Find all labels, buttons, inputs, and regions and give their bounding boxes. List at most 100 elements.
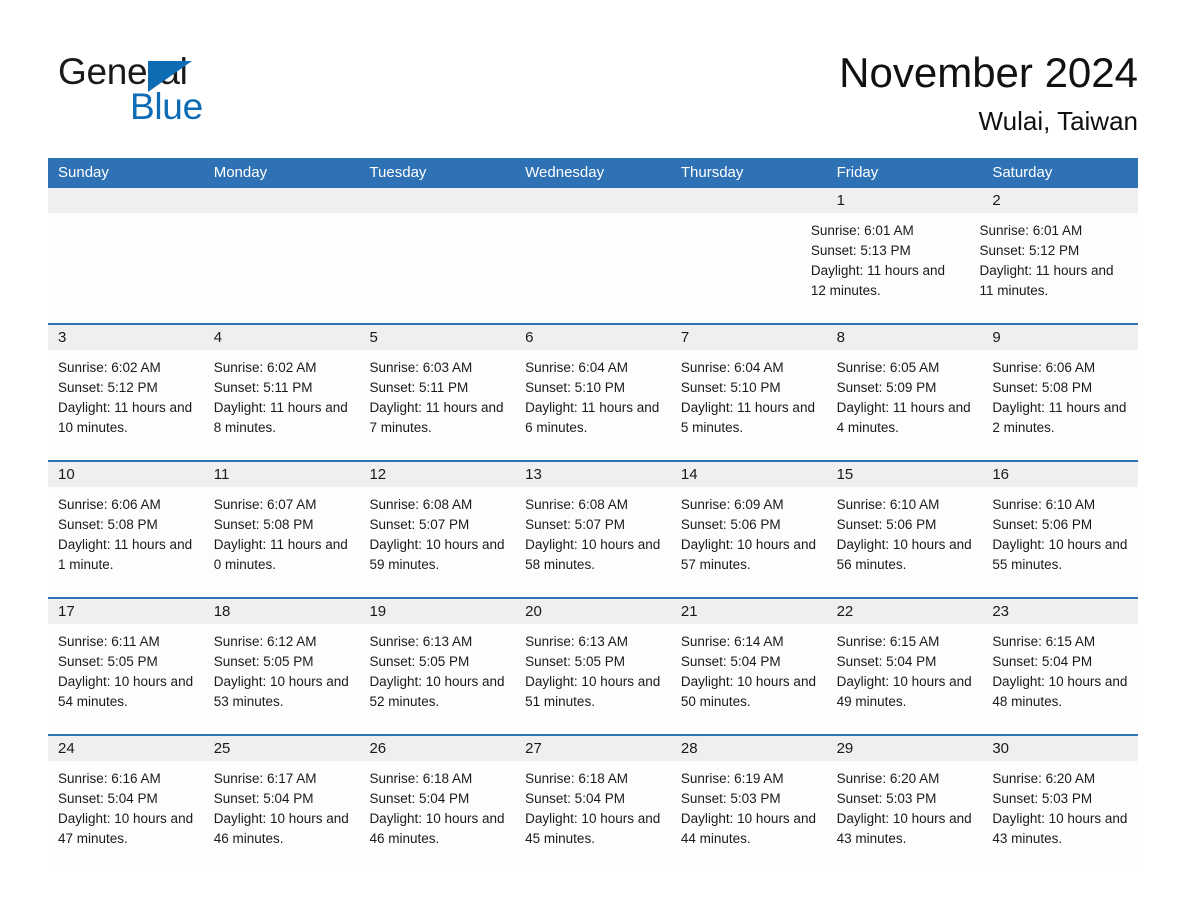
day-number[interactable]: 23 xyxy=(982,599,1138,624)
day-cell[interactable]: Sunrise: 6:12 AM Sunset: 5:05 PM Daylight:… xyxy=(204,624,360,734)
day-cell[interactable]: Sunrise: 6:06 AM Sunset: 5:08 PM Daylight:… xyxy=(48,487,204,597)
day-number[interactable]: 1 xyxy=(827,188,983,213)
sunset-text: Sunset: 5:06 PM xyxy=(992,517,1093,532)
week-day-number-row: 12 xyxy=(48,188,1138,213)
day-number[interactable]: 4 xyxy=(204,325,360,350)
day-number[interactable]: 18 xyxy=(204,599,360,624)
day-number[interactable]: 21 xyxy=(671,599,827,624)
day-number[interactable]: 29 xyxy=(827,736,983,761)
day-cell[interactable]: Sunrise: 6:02 AM Sunset: 5:12 PM Daylight:… xyxy=(48,350,204,460)
day-cell[interactable]: Sunrise: 6:01 AM Sunset: 5:12 PM Daylight:… xyxy=(969,213,1138,323)
day-cell[interactable]: Sunrise: 6:02 AM Sunset: 5:11 PM Daylight:… xyxy=(204,350,360,460)
day-cell[interactable]: Sunrise: 6:15 AM Sunset: 5:04 PM Daylight:… xyxy=(827,624,983,734)
day-number[interactable]: 22 xyxy=(827,599,983,624)
day-number[interactable]: 10 xyxy=(48,462,204,487)
day-cell[interactable]: Sunrise: 6:08 AM Sunset: 5:07 PM Daylight:… xyxy=(359,487,515,597)
day-number[interactable]: 2 xyxy=(982,188,1138,213)
calendar-page: General Blue November 2024 Wulai, Taiwan… xyxy=(0,0,1188,918)
daylight-text: Daylight: 10 hours and 52 minutes. xyxy=(369,674,505,709)
sunset-text: Sunset: 5:13 PM xyxy=(810,243,911,258)
sunrise-text: Sunrise: 6:04 AM xyxy=(525,360,628,375)
general-blue-logo[interactable]: General Blue xyxy=(58,52,318,128)
sunrise-text: Sunrise: 6:05 AM xyxy=(836,360,940,375)
daylight-text: Daylight: 11 hours and 0 minutes. xyxy=(213,537,348,572)
day-cell[interactable]: Sunrise: 6:18 AM Sunset: 5:04 PM Daylight:… xyxy=(359,761,515,871)
day-cell[interactable]: Sunrise: 6:13 AM Sunset: 5:05 PM Daylight:… xyxy=(359,624,515,734)
day-cell[interactable]: Sunrise: 6:08 AM Sunset: 5:07 PM Daylight:… xyxy=(515,487,671,597)
day-number[interactable]: 28 xyxy=(671,736,827,761)
day-number[interactable]: 9 xyxy=(982,325,1138,350)
day-cell[interactable]: Sunrise: 6:10 AM Sunset: 5:06 PM Daylight:… xyxy=(982,487,1138,597)
day-number[interactable]: 14 xyxy=(671,462,827,487)
daylight-text: Daylight: 11 hours and 7 minutes. xyxy=(369,400,504,435)
day-number[interactable]: 5 xyxy=(359,325,515,350)
sunset-text: Sunset: 5:05 PM xyxy=(58,654,158,669)
sunset-text: Sunset: 5:04 PM xyxy=(525,791,625,806)
day-cell[interactable]: Sunrise: 6:14 AM Sunset: 5:04 PM Daylight:… xyxy=(671,624,827,734)
day-number[interactable]: 19 xyxy=(359,599,515,624)
day-cell[interactable]: Sunrise: 6:10 AM Sunset: 5:06 PM Daylight:… xyxy=(827,487,983,597)
day-cell[interactable]: Sunrise: 6:13 AM Sunset: 5:05 PM Daylight:… xyxy=(515,624,671,734)
daylight-text: Daylight: 11 hours and 5 minutes. xyxy=(680,400,815,435)
sunrise-text: Sunrise: 6:11 AM xyxy=(58,634,160,649)
day-number[interactable]: 13 xyxy=(515,462,671,487)
sunset-text: Sunset: 5:09 PM xyxy=(836,380,937,395)
day-cell[interactable]: Sunrise: 6:20 AM Sunset: 5:03 PM Daylight:… xyxy=(982,761,1138,871)
day-number[interactable]: 7 xyxy=(671,325,827,350)
day-cell[interactable]: Sunrise: 6:07 AM Sunset: 5:08 PM Daylight:… xyxy=(204,487,360,597)
weekday-header-saturday: Saturday xyxy=(992,164,1053,181)
day-number[interactable]: 27 xyxy=(515,736,671,761)
weekday-header-wednesday: Wednesday xyxy=(525,164,605,181)
sunrise-text: Sunrise: 6:01 AM xyxy=(979,223,1083,238)
sunrise-text: Sunrise: 6:08 AM xyxy=(369,497,473,512)
day-cell[interactable]: Sunrise: 6:03 AM Sunset: 5:11 PM Daylight:… xyxy=(359,350,515,460)
day-number[interactable]: 17 xyxy=(48,599,204,624)
day-number[interactable]: 25 xyxy=(204,736,360,761)
day-cell[interactable]: Sunrise: 6:01 AM Sunset: 5:13 PM Daylight:… xyxy=(801,213,970,323)
day-number[interactable]: 20 xyxy=(515,599,671,624)
day-number[interactable]: 24 xyxy=(48,736,204,761)
day-cell-empty xyxy=(349,213,500,323)
day-cell[interactable]: Sunrise: 6:18 AM Sunset: 5:04 PM Daylight:… xyxy=(515,761,671,871)
day-cell[interactable]: Sunrise: 6:11 AM Sunset: 5:05 PM Daylight:… xyxy=(48,624,204,734)
daylight-text: Daylight: 11 hours and 6 minutes. xyxy=(525,400,660,435)
sunrise-text: Sunrise: 6:09 AM xyxy=(680,497,784,512)
sunrise-text: Sunrise: 6:08 AM xyxy=(525,497,628,512)
day-number[interactable]: 15 xyxy=(827,462,983,487)
title-block: November 2024 Wulai, Taiwan xyxy=(839,48,1138,136)
day-cell[interactable]: Sunrise: 6:20 AM Sunset: 5:03 PM Daylight:… xyxy=(827,761,983,871)
sunrise-text: Sunrise: 6:10 AM xyxy=(836,497,940,512)
day-cell[interactable]: Sunrise: 6:04 AM Sunset: 5:10 PM Daylight:… xyxy=(671,350,827,460)
day-cell[interactable]: Sunrise: 6:17 AM Sunset: 5:04 PM Daylight:… xyxy=(204,761,360,871)
calendar-week-row: 3 4 5 6 7 8 9 Sunrise: 6:02 AM Sunset: 5:12 PM Da… xyxy=(48,323,1138,460)
day-number[interactable]: 26 xyxy=(359,736,515,761)
day-number[interactable]: 16 xyxy=(982,462,1138,487)
sunrise-text: Sunrise: 6:19 AM xyxy=(680,771,784,786)
sunrise-text: Sunrise: 6:06 AM xyxy=(992,360,1096,375)
day-number[interactable]: 12 xyxy=(359,462,515,487)
day-cell[interactable]: Sunrise: 6:09 AM Sunset: 5:06 PM Daylight:… xyxy=(671,487,827,597)
daylight-text: Daylight: 10 hours and 51 minutes. xyxy=(525,674,661,709)
day-cell[interactable]: Sunrise: 6:19 AM Sunset: 5:03 PM Daylight:… xyxy=(671,761,827,871)
sunrise-text: Sunrise: 6:20 AM xyxy=(836,771,940,786)
sunset-text: Sunset: 5:08 PM xyxy=(213,517,314,532)
weekday-header-sunday: Sunday xyxy=(58,164,109,181)
day-number[interactable]: 8 xyxy=(827,325,983,350)
day-cell[interactable]: Sunrise: 6:05 AM Sunset: 5:09 PM Daylight:… xyxy=(827,350,983,460)
day-cell[interactable]: Sunrise: 6:06 AM Sunset: 5:08 PM Daylight:… xyxy=(982,350,1138,460)
daylight-text: Daylight: 10 hours and 58 minutes. xyxy=(525,537,661,572)
day-number[interactable]: 6 xyxy=(515,325,671,350)
day-cell[interactable]: Sunrise: 6:15 AM Sunset: 5:04 PM Daylight:… xyxy=(982,624,1138,734)
sunset-text: Sunset: 5:04 PM xyxy=(213,791,314,806)
daylight-text: Daylight: 10 hours and 43 minutes. xyxy=(836,811,972,846)
day-cell[interactable]: Sunrise: 6:04 AM Sunset: 5:10 PM Daylight:… xyxy=(515,350,671,460)
day-number[interactable]: 30 xyxy=(982,736,1138,761)
sunrise-text: Sunrise: 6:14 AM xyxy=(680,634,784,649)
day-number[interactable]: 3 xyxy=(48,325,204,350)
daylight-text: Daylight: 10 hours and 55 minutes. xyxy=(992,537,1128,572)
daylight-text: Daylight: 10 hours and 49 minutes. xyxy=(836,674,972,709)
day-number[interactable]: 11 xyxy=(204,462,360,487)
day-cell[interactable]: Sunrise: 6:16 AM Sunset: 5:04 PM Daylight:… xyxy=(48,761,204,871)
day-number-empty xyxy=(204,188,360,213)
daylight-text: Daylight: 11 hours and 12 minutes. xyxy=(810,263,945,298)
